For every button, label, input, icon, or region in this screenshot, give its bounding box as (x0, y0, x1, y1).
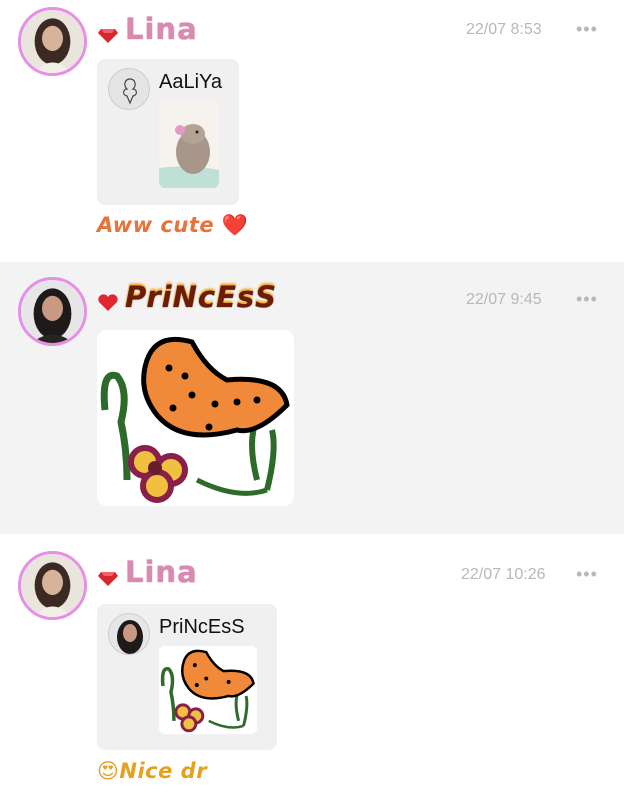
post-1: Lina 22/07 8:53 ••• AaLiYa Aww cute ❤️ (0, 0, 624, 262)
quoted-author-avatar (108, 68, 150, 110)
post-timestamp: 22/07 10:26 (461, 566, 546, 583)
quoted-image[interactable] (159, 646, 257, 734)
heart-eyes-emoji: 😍 (97, 759, 120, 783)
quoted-author-name: AaLiYa (159, 71, 223, 93)
more-options-icon[interactable]: ••• (576, 564, 598, 585)
author-name[interactable]: PriNcEsS (125, 280, 277, 314)
quoted-post[interactable]: AaLiYa (97, 59, 239, 205)
heart-emoji: ❤️ (221, 213, 249, 237)
post-timestamp: 22/07 8:53 (466, 21, 542, 38)
quoted-image[interactable] (159, 100, 219, 188)
quoted-post[interactable]: PriNcEsS (97, 604, 277, 750)
post-2: PriNcEsS 22/07 9:45 ••• (0, 262, 624, 534)
post-3: Lina 22/07 10:26 ••• PriNcEsS 😍Nice dr (0, 534, 624, 800)
heart-icon (98, 294, 118, 311)
author-avatar[interactable] (18, 7, 87, 76)
post-timestamp: 22/07 9:45 (466, 291, 542, 308)
post-caption: Aww cute ❤️ (97, 213, 249, 238)
caption-text: Nice dr (119, 759, 208, 783)
more-options-icon[interactable]: ••• (576, 289, 598, 310)
ruby-gem-icon (98, 572, 118, 586)
quoted-author-avatar (108, 613, 150, 655)
ruby-gem-icon (98, 29, 118, 43)
author-avatar[interactable] (18, 277, 87, 346)
quoted-author-name: PriNcEsS (159, 616, 245, 638)
caption-text: Aww cute (97, 213, 215, 237)
author-name[interactable]: Lina (125, 12, 198, 46)
post-image[interactable] (97, 330, 294, 506)
post-caption: 😍Nice dr (97, 759, 207, 783)
more-options-icon[interactable]: ••• (576, 19, 598, 40)
author-name[interactable]: Lina (125, 555, 198, 589)
author-avatar[interactable] (18, 551, 87, 620)
